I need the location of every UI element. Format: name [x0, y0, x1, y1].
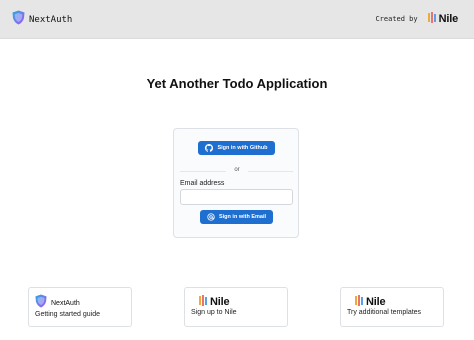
created-by: Created by Nile [375, 11, 458, 27]
email-signin-label: Sign in with Email [218, 214, 267, 220]
email-signin-button[interactable]: Sign in with Email [200, 210, 273, 224]
brand-name: NextAuth [29, 15, 73, 25]
nextauth-shield-icon [12, 10, 25, 30]
github-icon [205, 144, 214, 152]
nile-signup-tile[interactable]: Nile Sign up to Nile [184, 287, 288, 327]
tile-description: Sign up to Nile [191, 309, 237, 316]
github-signin-label: Sign in with Github [217, 145, 268, 151]
tile-logo-text: NextAuth [51, 300, 80, 307]
at-sign-icon [207, 213, 215, 221]
nextauth-guide-tile[interactable]: NextAuth Getting started guide [28, 287, 132, 327]
nextauth-brand[interactable]: NextAuth [12, 10, 73, 30]
or-divider-text: or [226, 167, 248, 173]
nile-logo-link[interactable]: Nile [427, 10, 459, 28]
nile-bars-icon [427, 10, 437, 28]
tile-logo-text: Nile [210, 296, 230, 308]
github-signin-button[interactable]: Sign in with Github [198, 141, 275, 155]
tile-description: Getting started guide [35, 311, 100, 318]
created-by-text: Created by [375, 15, 418, 23]
email-field[interactable] [180, 189, 293, 205]
tile-logo-text: Nile [366, 296, 386, 308]
signin-card: Sign in with Github or Email address Sig… [173, 128, 299, 238]
top-header: NextAuth Created by Nile [0, 0, 474, 39]
email-label: Email address [180, 180, 225, 187]
nile-logo-text: Nile [438, 13, 459, 25]
tile-description: Try additional templates [347, 309, 422, 316]
page-title: Yet Another Todo Application [146, 76, 328, 91]
nile-templates-tile[interactable]: Nile Try additional templates [340, 287, 444, 327]
